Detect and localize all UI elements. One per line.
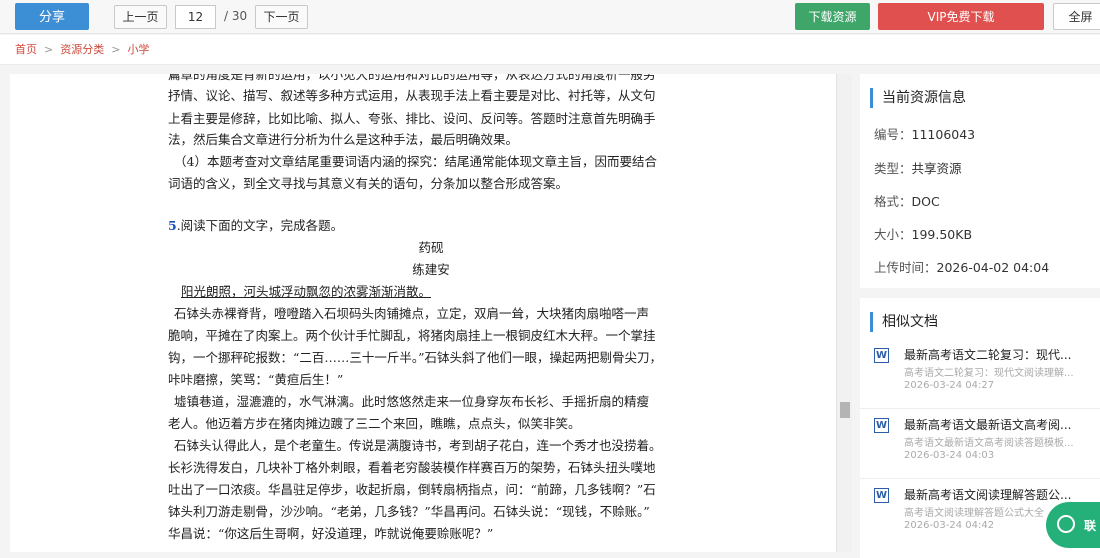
chat-button[interactable]: 联 <box>1046 502 1100 548</box>
fullscreen-button[interactable]: 全屏 <box>1053 3 1100 30</box>
breadcrumb-home[interactable]: 首页 <box>15 43 37 56</box>
doc-line: 脆响，平摊在了肉案上。两个伙计手忙脚乱，将猪肉扇挂上一根铜皮红木大秤。一个掌挂 <box>168 328 656 343</box>
chat-label: 联 <box>1084 519 1097 533</box>
doc-line: 钵头利刀游走剔骨，沙沙响。“老弟，几多钱？”华昌再问。石钵头说：“现钱，不赊账。… <box>168 504 650 519</box>
word-doc-icon: W <box>874 348 889 363</box>
info-label: 大小： <box>874 227 912 242</box>
info-value: 2026-04-02 04:04 <box>936 260 1050 275</box>
share-button[interactable]: 分享 <box>15 3 89 30</box>
page-total: / 30 <box>224 9 248 23</box>
question-text: .阅读下面的文字，完成各题。 <box>176 218 344 233</box>
similar-doc-date: 2026-03-24 04:27 <box>904 380 995 391</box>
similar-doc-title[interactable]: 最新高考语文二轮复习：现代... <box>904 346 1100 363</box>
similar-doc-title[interactable]: 最新高考语文阅读理解答题公... <box>904 486 1100 503</box>
doc-line: 石钵头认得此人，是个老童生。传说是满腹诗书，考到胡子花白，连一个秀才也没捞着。 <box>174 438 662 453</box>
info-row-size: 大小：199.50KB <box>874 224 972 243</box>
chat-bubble-icon <box>1057 515 1075 533</box>
document-viewer: 篇章的角度是肯新的运用，以小见大的运用和对比的运用等，从表达方式的角度析一般另 … <box>10 74 852 552</box>
doc-line: 吐出了一口浓痰。华昌驻足停步，收起折扇，倒转扇柄指点，问：“前蹄，几多钱啊？”石 <box>168 482 656 497</box>
doc-line: 咔咔磨擦，笑骂：“黄疸后生！” <box>168 372 344 387</box>
similar-doc-date: 2026-03-24 04:42 <box>904 520 995 531</box>
doc-line: 石钵头赤裸脊背，噔噔踏入石坝码头肉铺摊点，立定，双肩一耸，大块猪肉扇啪嗒一声 <box>174 306 650 321</box>
breadcrumb-primary[interactable]: 小学 <box>127 43 149 56</box>
doc-line: 词语的含义，到全文寻找与其意义有关的语句，分条加以整合形成答案。 <box>168 176 569 191</box>
info-value: 11106043 <box>911 127 976 142</box>
doc-line: 篇章的角度是肯新的运用，以小见大的运用和对比的运用等，从表达方式的角度析一般另 <box>168 74 656 82</box>
info-label: 上传时间： <box>874 260 937 275</box>
next-page-button[interactable]: 下一页 <box>255 5 308 29</box>
question-number: 5 <box>168 218 177 233</box>
underlined-sentence: 阳光朗照，河头城浮动飘忽的浓雾渐渐消散。 <box>181 284 432 299</box>
doc-line: 墟镇巷道，湿漉漉的，水气淋漓。此时悠悠然走来一位身穿灰布长衫、手摇折扇的精瘦 <box>174 394 650 409</box>
info-label: 类型： <box>874 161 912 176</box>
document-page: 篇章的角度是肯新的运用，以小见大的运用和对比的运用等，从表达方式的角度析一般另 … <box>10 74 836 552</box>
similar-doc-item[interactable]: W 最新高考语文最新语文高考阅... 高考语文最新语文高考阅读答题模板... 2… <box>874 416 1100 484</box>
info-row-format: 格式：DOC <box>874 191 940 210</box>
divider <box>860 408 1100 409</box>
info-value: DOC <box>911 194 940 209</box>
info-value: 199.50KB <box>911 227 973 242</box>
doc-line: 长衫洗得发白，几块补丁格外刺眼，看着老穷酸装模作样赛百万的架势，石钵头扭头噗地 <box>168 460 656 475</box>
breadcrumb: 首页 > 资源分类 > 小学 <box>0 35 1100 65</box>
document-scrollbar[interactable] <box>836 74 852 552</box>
toolbar: 分享 上一页 12 / 30 下一页 下载资源 VIP免费下载 全屏 <box>0 0 1100 34</box>
question-heading: 5.阅读下面的文字，完成各题。 <box>168 216 343 236</box>
similar-doc-item[interactable]: W 最新高考语文二轮复习：现代... 高考语文二轮复习：现代文阅读理解... 2… <box>874 346 1100 414</box>
doc-line: 法，然后集合文章进行分析为什么是这种手法，最后明确效果。 <box>168 132 519 147</box>
similar-doc-title[interactable]: 最新高考语文最新语文高考阅... <box>904 416 1100 433</box>
breadcrumb-separator: > <box>44 43 54 56</box>
similar-doc-date: 2026-03-24 04:03 <box>904 450 995 461</box>
essay-title: 药砚 <box>418 240 444 255</box>
doc-line: （4）本题考查对文章结尾重要词语内涵的探究：结尾通常能体现文章主旨，因而要结合 <box>174 154 657 169</box>
breadcrumb-separator: > <box>111 43 121 56</box>
info-label: 编号： <box>874 127 912 142</box>
essay-author: 练建安 <box>412 262 450 277</box>
word-doc-icon: W <box>874 488 889 503</box>
similar-doc-desc: 高考语文最新语文高考阅读答题模板... <box>904 438 1074 449</box>
download-button[interactable]: 下载资源 <box>795 3 870 30</box>
breadcrumb-category[interactable]: 资源分类 <box>60 43 104 56</box>
info-row-id: 编号：11106043 <box>874 124 975 143</box>
doc-line: 上看主要是修辞，比如比喻、拟人、夸张、排比、设问、反问等。答题时注意首先明确手 <box>168 111 656 126</box>
doc-line: 钩，一个挪秤砣报数：“二百……三十一斤半。”石钵头斜了他们一眼，操起两把剔骨尖刀… <box>168 350 663 365</box>
similar-doc-desc: 高考语文二轮复习：现代文阅读理解... <box>904 368 1074 379</box>
info-row-type: 类型：共享资源 <box>874 158 962 177</box>
page-number-input[interactable]: 12 <box>175 5 216 29</box>
resource-info-title: 当前资源信息 <box>870 88 966 108</box>
word-doc-icon: W <box>874 418 889 433</box>
prev-page-button[interactable]: 上一页 <box>114 5 167 29</box>
resource-info-panel: 当前资源信息 编号：11106043 类型：共享资源 格式：DOC 大小：199… <box>860 74 1100 288</box>
doc-line: 华昌说：“你这后生哥啊，好没道理，咋就说俺要赊账呢？” <box>168 526 494 541</box>
divider <box>860 478 1100 479</box>
doc-line: 抒情、议论、描写、叙述等多种方式运用，从表现手法上看主要是对比、衬托等，从文句 <box>168 88 656 103</box>
vip-download-button[interactable]: VIP免费下载 <box>878 3 1044 30</box>
info-row-upload-time: 上传时间：2026-04-02 04:04 <box>874 257 1049 276</box>
info-label: 格式： <box>874 194 912 209</box>
scrollbar-thumb[interactable] <box>840 402 850 418</box>
doc-line: 老人。他迈着方步在猪肉摊边踱了三二个来回，瞧瞧，点点头，似笑非笑。 <box>168 416 581 431</box>
similar-docs-title: 相似文档 <box>870 312 938 332</box>
info-value: 共享资源 <box>911 161 962 176</box>
